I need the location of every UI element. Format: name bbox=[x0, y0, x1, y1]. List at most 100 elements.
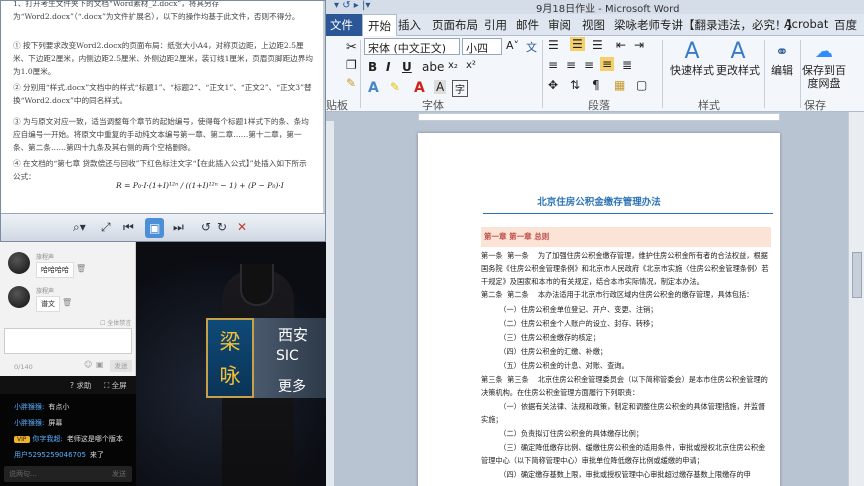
distributed-icon[interactable]: ≣ bbox=[622, 58, 632, 72]
tab-home[interactable]: 开始 bbox=[362, 14, 397, 37]
slideshow-icon[interactable]: ▣ bbox=[145, 218, 165, 238]
change-case-icon[interactable]: A˅ bbox=[506, 39, 519, 52]
phonetic-guide-icon[interactable]: 文 bbox=[526, 39, 537, 55]
doc-paragraph: （一）依据有关法律、法规和政策，制定和调整住房公积金的具体管理措施，并监督实施； bbox=[481, 402, 766, 424]
trash-icon[interactable]: 🗑 bbox=[62, 298, 72, 307]
task-text: 1、打开考生文件夹下的文档“Word素材_2.docx”，将其另存为“Word2… bbox=[13, 1, 300, 21]
comment-feed: 小胖猴猴: 有点小 小胖猴猴: 屏幕 VIP 你字我超: 老师这是哪个版本 用户5295… bbox=[0, 394, 136, 486]
tab-teacher[interactable]: 梁咏老师专讲【翻录违法，必究！】 bbox=[614, 17, 798, 33]
decrease-indent-icon[interactable]: ⇤ bbox=[616, 38, 626, 52]
strikethrough-icon[interactable]: abe bbox=[422, 60, 444, 74]
emoji-icon[interactable]: ☺ bbox=[84, 360, 92, 369]
change-styles-button[interactable]: A 更改样式 bbox=[714, 40, 762, 78]
vertical-scrollbar[interactable] bbox=[848, 112, 864, 486]
group-save-label: 保存 bbox=[804, 99, 826, 112]
tab-review[interactable]: 审阅 bbox=[548, 17, 571, 33]
feed-text: 屏幕 bbox=[48, 419, 63, 427]
tab-page-layout[interactable]: 页面布局 bbox=[432, 17, 478, 33]
pdf-viewer-window: 1、打开考生文件夹下的文档“Word素材_2.docx”，将其另存为“Word2… bbox=[0, 0, 326, 242]
bold-icon[interactable]: B bbox=[368, 60, 377, 74]
vertical-ruler[interactable] bbox=[326, 121, 334, 486]
avatar bbox=[8, 286, 30, 308]
comment-send-button[interactable]: 发送 bbox=[112, 469, 126, 479]
scrollbar-thumb[interactable] bbox=[852, 252, 862, 298]
tab-file[interactable]: 文件 bbox=[326, 14, 366, 36]
sign-line: 更多 bbox=[278, 379, 306, 395]
trash-icon[interactable]: 🗑 bbox=[76, 264, 86, 273]
avatar bbox=[8, 252, 30, 274]
name-char: 梁 bbox=[219, 330, 241, 354]
quick-access-icons[interactable]: ▾ ↺ ▸ |▾ bbox=[334, 0, 370, 11]
save-to-baidu-button[interactable]: ☁ 保存到百度网盘 bbox=[792, 40, 856, 90]
shading-icon[interactable]: ▦ bbox=[614, 78, 625, 92]
tab-acrobat[interactable]: Acrobat bbox=[784, 17, 828, 31]
align-center-icon[interactable]: ≡ bbox=[566, 58, 576, 72]
font-name-combo[interactable]: 宋体 (中文正文) bbox=[364, 38, 460, 55]
tab-baidu[interactable]: 百度 bbox=[834, 17, 857, 33]
rotate-right-icon[interactable]: ↻ bbox=[217, 220, 227, 234]
superscript-icon[interactable]: x² bbox=[466, 60, 476, 71]
help-button[interactable]: ? 求助 bbox=[70, 380, 91, 391]
char-shading-icon[interactable]: A bbox=[434, 80, 447, 94]
fit-page-icon[interactable]: ⤢ bbox=[101, 220, 111, 235]
enclosed-char-icon[interactable]: 字 bbox=[452, 80, 468, 97]
fullscreen-label: 全屏 bbox=[111, 381, 127, 390]
task-text: ① 按下列要求改变Word2.docx的页面布局：纸张大小A4，对称页边距，上边… bbox=[13, 41, 313, 76]
chat-input[interactable] bbox=[4, 328, 132, 354]
align-left-icon[interactable]: ≡ bbox=[548, 58, 558, 72]
font-color-icon[interactable]: A bbox=[414, 80, 425, 96]
name-plate: 梁 咏 bbox=[206, 318, 254, 398]
cut-icon[interactable]: ✂ bbox=[346, 40, 357, 55]
close-icon[interactable]: ✕ bbox=[237, 220, 247, 234]
subscript-icon[interactable]: x₂ bbox=[448, 60, 458, 71]
prev-page-icon[interactable]: ⏮ bbox=[123, 220, 134, 235]
fullscreen-button[interactable]: ⛶ 全屏 bbox=[104, 380, 127, 391]
quick-styles-icon: A bbox=[684, 39, 700, 64]
tab-references[interactable]: 引用 bbox=[484, 17, 507, 33]
chat-text: 谱文 bbox=[36, 296, 60, 312]
chat-username: 旅程声 bbox=[36, 254, 55, 261]
task-text: ② 分别用“样式.docx”文档中的样式“标题1”、“标题2”、“正文1”、“正… bbox=[13, 83, 312, 105]
bullets-icon[interactable]: ☰ bbox=[548, 38, 559, 52]
sort-icon[interactable]: ⇅ bbox=[570, 78, 580, 92]
italic-icon[interactable]: I bbox=[386, 60, 390, 74]
quick-styles-button[interactable]: A 快速样式 bbox=[668, 39, 716, 78]
rotate-left-icon[interactable]: ↺ bbox=[201, 220, 211, 234]
document-page[interactable]: 北京住房公积金缴存管理办法 第一章 第一章 总则 第一条 第一条 为了加强住房公… bbox=[418, 133, 780, 486]
doc-paragraph: （三）确定降低缴存比例、缓缴住房公积金的适用条件，审批或授权北京住房公积金管理中… bbox=[481, 443, 766, 465]
font-size-combo[interactable]: 小四 bbox=[462, 38, 502, 55]
baidu-cloud-icon: ☁ bbox=[815, 41, 833, 62]
feed-item: VIP 你字我超: 老师这是哪个版本 bbox=[14, 434, 123, 444]
increase-indent-icon[interactable]: ⇥ bbox=[634, 38, 644, 52]
chinese-layout-icon[interactable]: ✥ bbox=[548, 78, 558, 92]
zoom-icon[interactable]: ⌕▾ bbox=[73, 220, 86, 235]
tab-insert[interactable]: 插入 bbox=[398, 17, 421, 33]
mute-all-checkbox[interactable]: ☐ 全体禁言 bbox=[100, 318, 131, 327]
document-title: 北京住房公积金缴存管理办法 bbox=[537, 197, 661, 208]
doc-paragraph: （二）负责拟订住房公积金的具体缴存比例； bbox=[481, 429, 644, 438]
horizontal-ruler[interactable] bbox=[418, 113, 780, 121]
borders-icon[interactable]: ▢ bbox=[636, 78, 647, 92]
show-marks-icon[interactable]: ¶ bbox=[592, 78, 600, 92]
image-icon[interactable]: ▣ bbox=[96, 360, 104, 369]
text-effects-icon[interactable]: A bbox=[368, 80, 379, 96]
save-to-baidu-label: 保存到百度网盘 bbox=[802, 64, 846, 90]
format-painter-icon[interactable]: ✎ bbox=[346, 76, 356, 90]
align-right-icon[interactable]: ≡ bbox=[584, 58, 594, 72]
doc-paragraph: 第一条 第一条 为了加强住房公积金缴存管理，维护住房公积金所有者的合法权益，根据… bbox=[481, 251, 769, 286]
send-button[interactable]: 发送 bbox=[110, 360, 132, 372]
justify-icon[interactable]: ≡ bbox=[600, 57, 615, 71]
copy-icon[interactable]: ❐ bbox=[346, 58, 357, 72]
tab-mailings[interactable]: 邮件 bbox=[516, 17, 539, 33]
feed-text: 老师这是哪个版本 bbox=[66, 435, 123, 443]
multilevel-list-icon[interactable]: ☰ bbox=[592, 38, 603, 52]
tab-view[interactable]: 视图 bbox=[582, 17, 605, 33]
doc-paragraph: （四）住房公积金的汇缴、补缴； bbox=[481, 347, 608, 356]
group-clipboard-label: 贴板 bbox=[326, 99, 348, 112]
pdf-page[interactable]: 1、打开考生文件夹下的文档“Word素材_2.docx”，将其另存为“Word2… bbox=[1, 1, 323, 213]
comment-input[interactable]: 说两句… 发送 bbox=[4, 466, 132, 482]
numbering-icon[interactable]: ☰ bbox=[570, 37, 585, 51]
next-page-icon[interactable]: ⏭ bbox=[173, 220, 184, 235]
highlight-icon[interactable]: ✎ bbox=[390, 80, 400, 94]
underline-icon[interactable]: U bbox=[402, 60, 412, 74]
